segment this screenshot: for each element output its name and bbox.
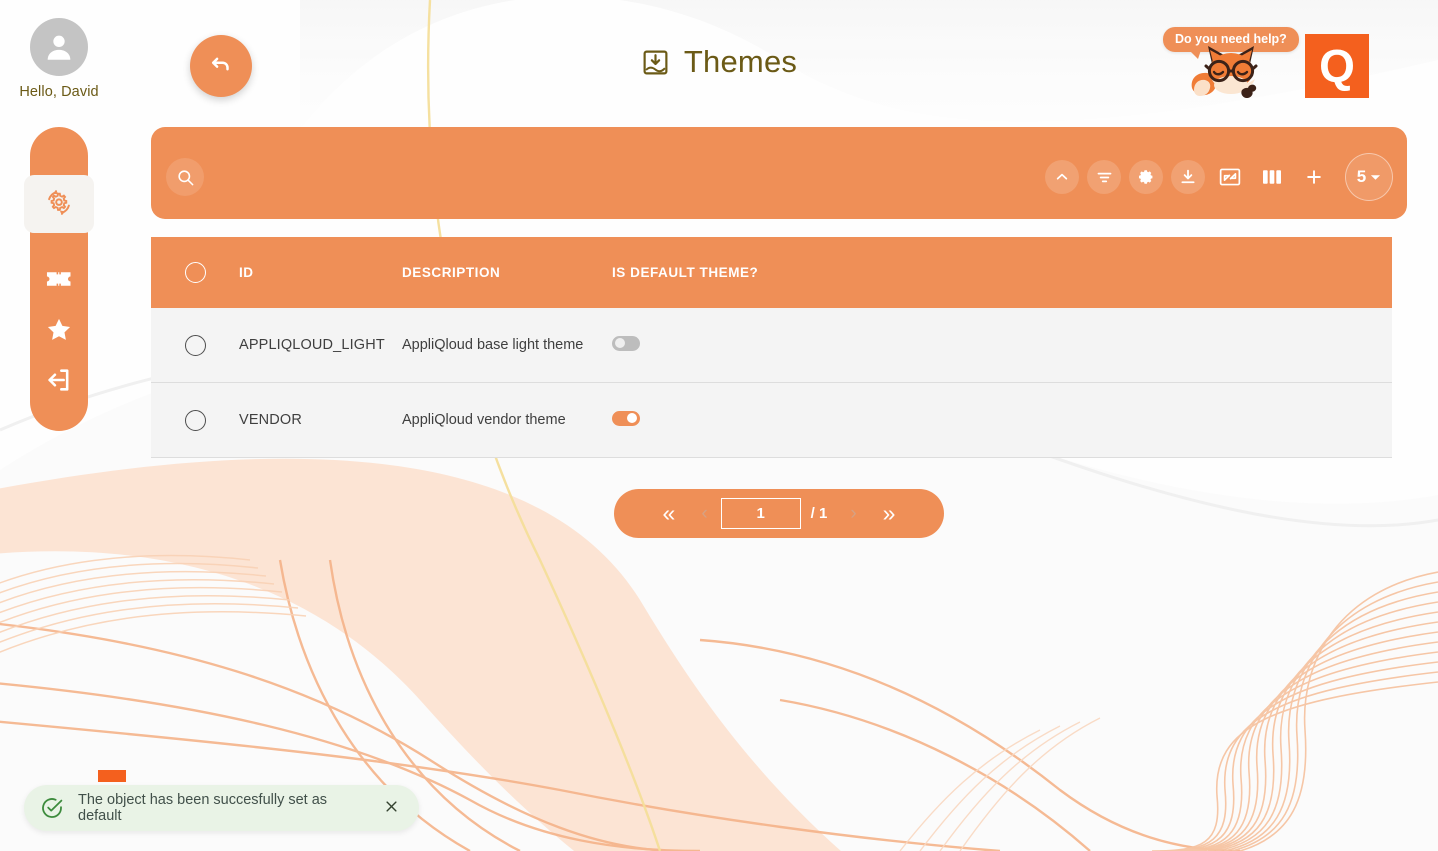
- is-default-toggle[interactable]: [612, 411, 640, 426]
- download-icon: [1179, 168, 1197, 186]
- toast-notification: The object has been succesfully set as d…: [24, 785, 419, 831]
- toggle-knob: [627, 413, 637, 423]
- user-greeting: Hello, David: [0, 84, 118, 100]
- cell-description: AppliQloud vendor theme: [402, 412, 612, 428]
- back-button[interactable]: [190, 35, 252, 97]
- select-all-cell: [151, 262, 239, 283]
- filter-button[interactable]: [1087, 160, 1121, 194]
- page-title-text: Themes: [684, 44, 797, 80]
- fullscreen-expand-icon: [1219, 168, 1241, 186]
- total-pages-label: / 1: [801, 505, 838, 522]
- logout-arrow-icon: [44, 366, 74, 394]
- add-button[interactable]: [1297, 160, 1331, 194]
- is-default-toggle[interactable]: [612, 336, 640, 351]
- search-button[interactable]: [166, 158, 204, 196]
- app-root: Hello, David: [0, 0, 1438, 851]
- app-logo-text: Q: [1319, 43, 1355, 89]
- toggle-knob: [615, 338, 625, 348]
- sleeping-fox-mascot-icon[interactable]: [1186, 38, 1278, 104]
- download-button[interactable]: [1171, 160, 1205, 194]
- columns-button[interactable]: [1255, 160, 1289, 194]
- cell-is-default: [612, 411, 1392, 430]
- close-icon: [384, 799, 399, 814]
- row-select-radio[interactable]: [185, 410, 206, 431]
- search-area: [166, 158, 204, 196]
- page-number-input[interactable]: [721, 498, 801, 529]
- chevron-down-icon: [1370, 173, 1381, 182]
- page-size-value: 5: [1357, 167, 1366, 187]
- sidebar-item-themes[interactable]: [24, 175, 94, 233]
- filter-icon: [1096, 169, 1113, 186]
- row-select-cell: [151, 410, 239, 431]
- next-page-button[interactable]: ›: [837, 504, 869, 523]
- star-icon: [44, 316, 74, 344]
- toolbar-actions: 5: [1045, 153, 1393, 201]
- ticket-icon: [46, 267, 73, 291]
- column-header-description[interactable]: DESCRIPTION: [402, 265, 612, 280]
- toast-accent-strip: [98, 770, 126, 782]
- toast-close-button[interactable]: [380, 797, 403, 820]
- gear-refresh-icon: [43, 188, 75, 220]
- cell-id: VENDOR: [239, 412, 402, 428]
- row-select-cell: [151, 335, 239, 356]
- page-size-dropdown[interactable]: 5: [1345, 153, 1393, 201]
- sidebar-item-tickets[interactable]: [30, 254, 88, 304]
- app-logo[interactable]: Q: [1305, 34, 1369, 98]
- settings-button[interactable]: [1129, 160, 1163, 194]
- sidebar-item-favorites[interactable]: [30, 305, 88, 355]
- columns-icon: [1262, 168, 1282, 186]
- first-page-button[interactable]: «: [650, 502, 689, 525]
- cell-is-default: [612, 336, 1392, 355]
- import-download-box-icon: [641, 48, 670, 77]
- search-icon: [176, 168, 195, 187]
- gear-icon: [1137, 168, 1155, 186]
- column-header-is-default[interactable]: IS DEFAULT THEME?: [612, 265, 1392, 280]
- table-toolbar: 5: [151, 127, 1407, 219]
- prev-page-button[interactable]: ‹: [688, 504, 720, 523]
- last-page-button[interactable]: »: [870, 502, 909, 525]
- undo-arrow-icon: [208, 53, 234, 79]
- themes-table: ID DESCRIPTION IS DEFAULT THEME? APPLIQL…: [151, 237, 1392, 458]
- select-all-radio[interactable]: [185, 262, 206, 283]
- row-select-radio[interactable]: [185, 335, 206, 356]
- table-row[interactable]: VENDOR AppliQloud vendor theme: [151, 383, 1392, 458]
- toast-message: The object has been succesfully set as d…: [78, 792, 366, 824]
- chevron-up-icon: [1054, 169, 1070, 185]
- cell-description: AppliQloud base light theme: [402, 337, 612, 353]
- table-header-row: ID DESCRIPTION IS DEFAULT THEME?: [151, 237, 1392, 308]
- sidebar-item-logout[interactable]: [30, 355, 88, 405]
- plus-icon: [1304, 167, 1324, 187]
- sidebar-rail: [30, 127, 88, 431]
- pagination: « ‹ / 1 › »: [614, 489, 944, 538]
- table-row[interactable]: APPLIQLOUD_LIGHT AppliQloud base light t…: [151, 308, 1392, 383]
- cell-id: APPLIQLOUD_LIGHT: [239, 337, 402, 353]
- fullscreen-button[interactable]: [1213, 160, 1247, 194]
- collapse-button[interactable]: [1045, 160, 1079, 194]
- check-circle-icon: [40, 796, 64, 820]
- column-header-id[interactable]: ID: [239, 265, 402, 280]
